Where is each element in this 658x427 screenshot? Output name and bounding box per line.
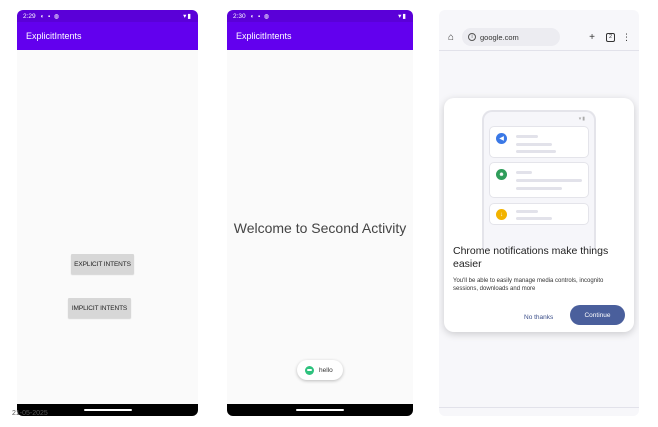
- dialog-title: Chrome notifications make things easier: [453, 245, 609, 270]
- illustration-notification: ☻: [489, 162, 589, 198]
- illustration-notification: ◀: [489, 126, 589, 158]
- no-thanks-button[interactable]: No thanks: [524, 314, 553, 321]
- dialog-body: You'll be able to easily manage media co…: [453, 278, 604, 292]
- implicit-intents-button[interactable]: IMPLICIT INTENTS: [68, 298, 131, 318]
- status-time: 2:30: [233, 12, 246, 20]
- welcome-text: Welcome to Second Activity: [233, 220, 407, 236]
- phone-illustration: ▾▮ ◀ ☻ ↓: [482, 110, 596, 250]
- app-icon: [305, 365, 314, 375]
- omnibox[interactable]: i google.com: [462, 28, 560, 46]
- info-icon[interactable]: i: [468, 33, 476, 41]
- plus-icon[interactable]: +: [585, 32, 599, 43]
- toast: hello: [297, 360, 343, 380]
- toast-text: hello: [319, 366, 333, 374]
- tab-switcher-icon[interactable]: 2: [606, 32, 615, 42]
- bottom-divider: [439, 407, 639, 408]
- home-gesture-handle[interactable]: [83, 409, 132, 411]
- app-bar: ExplicitIntents: [227, 22, 413, 50]
- continue-button[interactable]: Continue: [570, 305, 625, 325]
- wifi-battery-icon: ▾▮: [398, 13, 407, 20]
- notifications-dialog: ▾▮ ◀ ☻ ↓ Chrome notifications make thing…: [444, 98, 634, 332]
- home-gesture-handle[interactable]: [296, 409, 344, 411]
- more-vert-icon[interactable]: ⋮: [622, 32, 631, 42]
- speaker-icon: ◀: [496, 133, 507, 144]
- app-title: ExplicitIntents: [236, 31, 292, 41]
- toolbar-divider: [439, 50, 639, 51]
- home-icon[interactable]: ⌂: [444, 32, 458, 43]
- illustration-notification: ↓: [489, 203, 589, 225]
- navigation-bar: [227, 404, 413, 416]
- status-bar: 2:29 ◐ ▪ ◍ ▾▮: [17, 10, 198, 22]
- chrome-browser: ⌂ i google.com + 2 ⋮ ▾▮ ◀ ☻ ↓ Chrome not…: [439, 10, 639, 416]
- url-text: google.com: [480, 32, 519, 42]
- chat-icon: ☻: [496, 169, 507, 180]
- screenshot-canvas: 2:29 ◐ ▪ ◍ ▾▮ ExplicitIntents EXPLICIT I…: [0, 0, 658, 427]
- download-icon: ↓: [496, 209, 507, 220]
- phone-main-activity: 2:29 ◐ ▪ ◍ ▾▮ ExplicitIntents EXPLICIT I…: [17, 10, 198, 416]
- date-stamp: 21-05-2025: [12, 410, 48, 417]
- explicit-intents-button[interactable]: EXPLICIT INTENTS: [71, 254, 134, 274]
- notification-icons: ◐ ▪ ◍: [250, 13, 270, 20]
- app-title: ExplicitIntents: [26, 31, 82, 41]
- chrome-toolbar: ⌂ i google.com + 2 ⋮: [439, 24, 639, 50]
- app-bar: ExplicitIntents: [17, 22, 198, 50]
- status-time: 2:29: [23, 12, 36, 20]
- phone-second-activity: 2:30 ◐ ▪ ◍ ▾▮ ExplicitIntents Welcome to…: [227, 10, 413, 416]
- notification-icons: ◐ ▪ ◍: [40, 13, 60, 20]
- status-bar: 2:30 ◐ ▪ ◍ ▾▮: [227, 10, 413, 22]
- status-dots: ▾▮: [578, 116, 586, 122]
- wifi-battery-icon: ▾▮: [183, 13, 192, 20]
